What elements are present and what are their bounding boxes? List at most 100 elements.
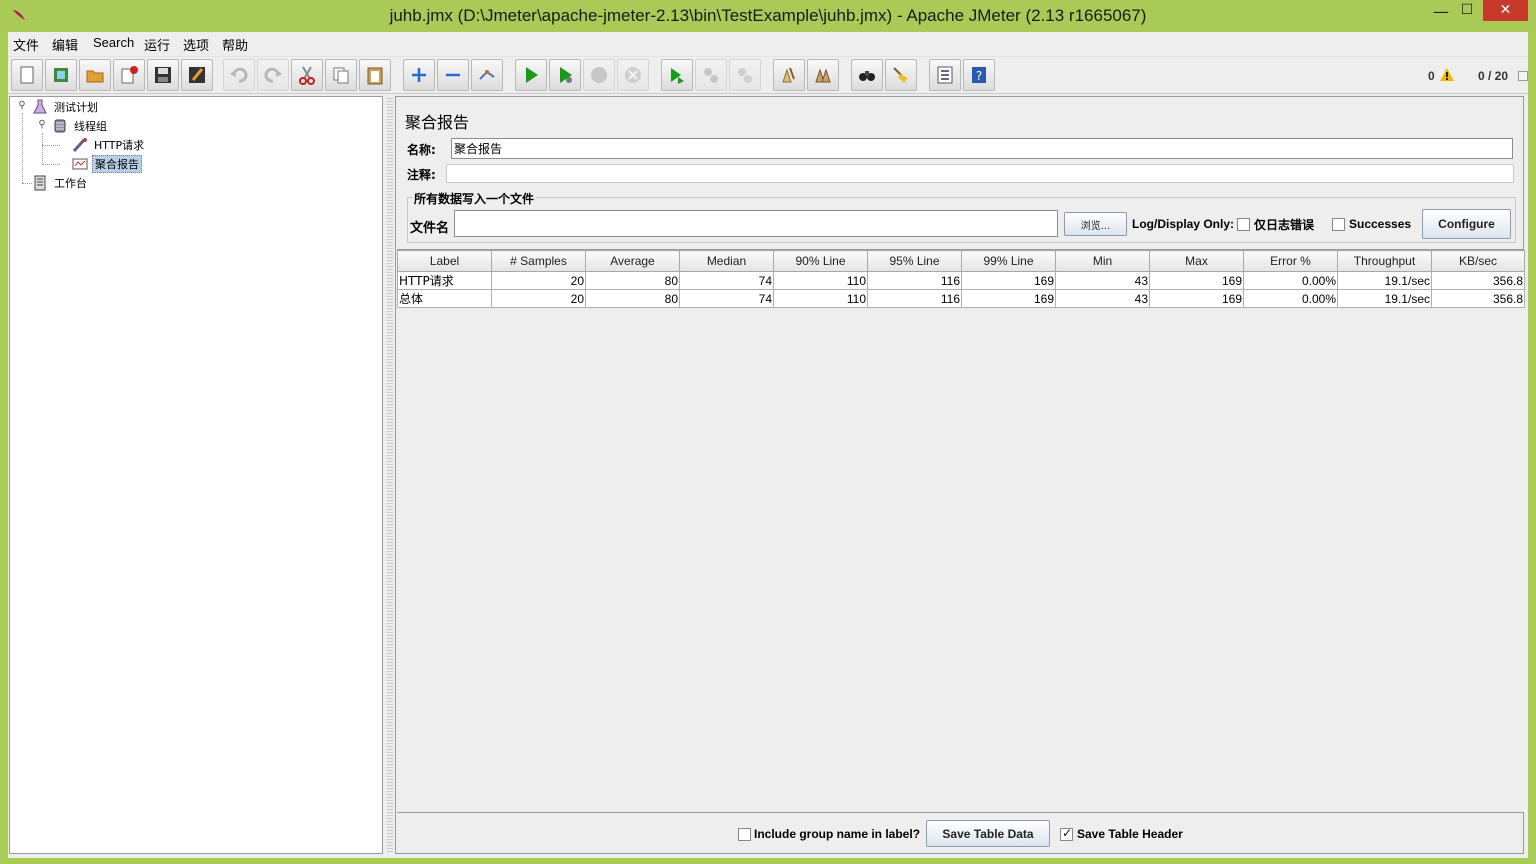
reset-search-button[interactable] [885, 59, 917, 91]
toggle-button[interactable] [471, 59, 503, 91]
name-label: 名称: [407, 143, 436, 157]
stop-button[interactable] [583, 59, 615, 91]
table-cell: 74 [679, 271, 774, 290]
cut-icon [299, 66, 315, 85]
column-header-average[interactable]: Average [585, 250, 680, 272]
close-file-icon [121, 66, 138, 84]
column-header-kb-sec[interactable]: KB/sec [1431, 250, 1525, 272]
table-row[interactable]: HTTP请求 20 80 74 110 116 169 43 169 0.00%… [397, 271, 1525, 290]
column-header-max[interactable]: Max [1149, 250, 1244, 272]
new-icon [20, 66, 34, 84]
browse-button[interactable]: 浏览... [1064, 212, 1127, 236]
save-table-data-button[interactable]: Save Table Data [926, 820, 1050, 847]
include-group-checkbox[interactable] [738, 828, 751, 841]
table-cell: 19.1/sec [1337, 271, 1432, 290]
errors-only-checkbox[interactable] [1237, 218, 1250, 231]
test-tree: ⚲ 测试计划 ⚲ 线程组 HTTP请求 聚合报告 工作台 [9, 96, 383, 854]
save-header-checkbox[interactable] [1060, 826, 1073, 841]
collapse-button[interactable] [437, 59, 469, 91]
paste-button[interactable] [359, 59, 391, 91]
search-icon [859, 71, 875, 81]
table-cell: 43 [1055, 271, 1150, 290]
maximize-button[interactable]: ☐ [1452, 2, 1482, 24]
table-cell: 169 [1149, 271, 1244, 290]
tree-node-workbench[interactable]: 工作台 [32, 175, 89, 191]
save-button[interactable] [147, 59, 179, 91]
cut-button[interactable] [291, 59, 323, 91]
table-cell: 总体 [397, 289, 492, 308]
menu-file[interactable]: 文件 [13, 35, 39, 54]
tree-node-test-plan[interactable]: 测试计划 [32, 99, 100, 115]
toggle-test-plan[interactable]: ⚲ [17, 100, 27, 111]
toggle-thread-group[interactable]: ⚲ [37, 119, 47, 130]
column-header-95-line[interactable]: 95% Line [867, 250, 962, 272]
start-no-pause-button[interactable] [549, 59, 581, 91]
comment-field[interactable] [446, 164, 1514, 183]
tree-node-http-request[interactable]: HTTP请求 [72, 137, 146, 153]
tree-node-thread-group[interactable]: 线程组 [52, 118, 109, 134]
templates-icon [54, 68, 68, 82]
column-header-samples[interactable]: # Samples [491, 250, 586, 272]
table-cell: 20 [491, 271, 586, 290]
menu-edit[interactable]: 编辑 [52, 35, 78, 54]
tree-node-aggregate-report[interactable]: 聚合报告 [72, 155, 142, 173]
split-pane-divider[interactable] [387, 96, 393, 854]
configure-button[interactable]: Configure [1422, 209, 1511, 239]
copy-button[interactable] [325, 59, 357, 91]
shutdown-button[interactable] [617, 59, 649, 91]
start-button[interactable] [515, 59, 547, 91]
table-header-row: Label # Samples Average Median 90% Line … [397, 250, 1525, 272]
filename-field[interactable] [454, 210, 1058, 237]
table-cell: 20 [491, 289, 586, 308]
workbench-icon [32, 175, 48, 191]
menu-search[interactable]: Search [93, 35, 134, 50]
aggregate-report-panel: 聚合报告 名称: 注释: 所有数据写入一个文件 文件名 浏览... Log/Di… [395, 96, 1525, 854]
reset-search-icon [893, 67, 908, 83]
search-button[interactable] [851, 59, 883, 91]
clear-button[interactable] [773, 59, 805, 91]
remote-start-button[interactable] [661, 59, 693, 91]
menu-help[interactable]: 帮助 [222, 35, 248, 54]
table-cell: 116 [867, 289, 962, 308]
open-icon [86, 70, 104, 83]
save-as-button[interactable] [181, 59, 213, 91]
successes-checkbox[interactable] [1332, 218, 1345, 231]
close-file-button[interactable] [113, 59, 145, 91]
remote-shutdown-button[interactable] [729, 59, 761, 91]
table-cell: 169 [961, 289, 1056, 308]
table-cell: 356.8 [1431, 271, 1525, 290]
expand-icon [412, 68, 426, 82]
menu-options[interactable]: 选项 [183, 35, 209, 54]
column-header-label[interactable]: Label [397, 250, 492, 272]
column-header-throughput[interactable]: Throughput [1337, 250, 1432, 272]
new-button[interactable] [11, 59, 43, 91]
help-button[interactable]: ? [963, 59, 995, 91]
table-row[interactable]: 总体 20 80 74 110 116 169 43 169 0.00% 19.… [397, 289, 1525, 308]
close-window-button[interactable]: ✕ [1483, 0, 1528, 21]
tree-node-label: 工作台 [54, 177, 87, 190]
table-cell: 19.1/sec [1337, 289, 1432, 308]
function-helper-button[interactable] [929, 59, 961, 91]
templates-button[interactable] [45, 59, 77, 91]
undo-button[interactable] [223, 59, 255, 91]
start-no-pause-icon [560, 67, 572, 83]
column-header-min[interactable]: Min [1055, 250, 1150, 272]
open-button[interactable] [79, 59, 111, 91]
toggle-icon [479, 70, 495, 80]
warning-icon[interactable] [1440, 68, 1454, 84]
column-header-90-line[interactable]: 90% Line [773, 250, 868, 272]
redo-icon [264, 67, 282, 83]
name-field[interactable] [451, 138, 1513, 159]
remote-stop-button[interactable] [695, 59, 727, 91]
redo-button[interactable] [257, 59, 289, 91]
function-helper-icon [937, 66, 953, 84]
column-header-99-line[interactable]: 99% Line [961, 250, 1056, 272]
menu-run[interactable]: 运行 [144, 35, 170, 54]
clear-all-button[interactable] [807, 59, 839, 91]
column-header-error[interactable]: Error % [1243, 250, 1338, 272]
error-count: 0 [1428, 69, 1435, 83]
expand-button[interactable] [403, 59, 435, 91]
column-header-median[interactable]: Median [679, 250, 774, 272]
running-indicator [1518, 71, 1528, 81]
menu-bar: 文件 编辑 Search 运行 选项 帮助 [8, 32, 1528, 54]
